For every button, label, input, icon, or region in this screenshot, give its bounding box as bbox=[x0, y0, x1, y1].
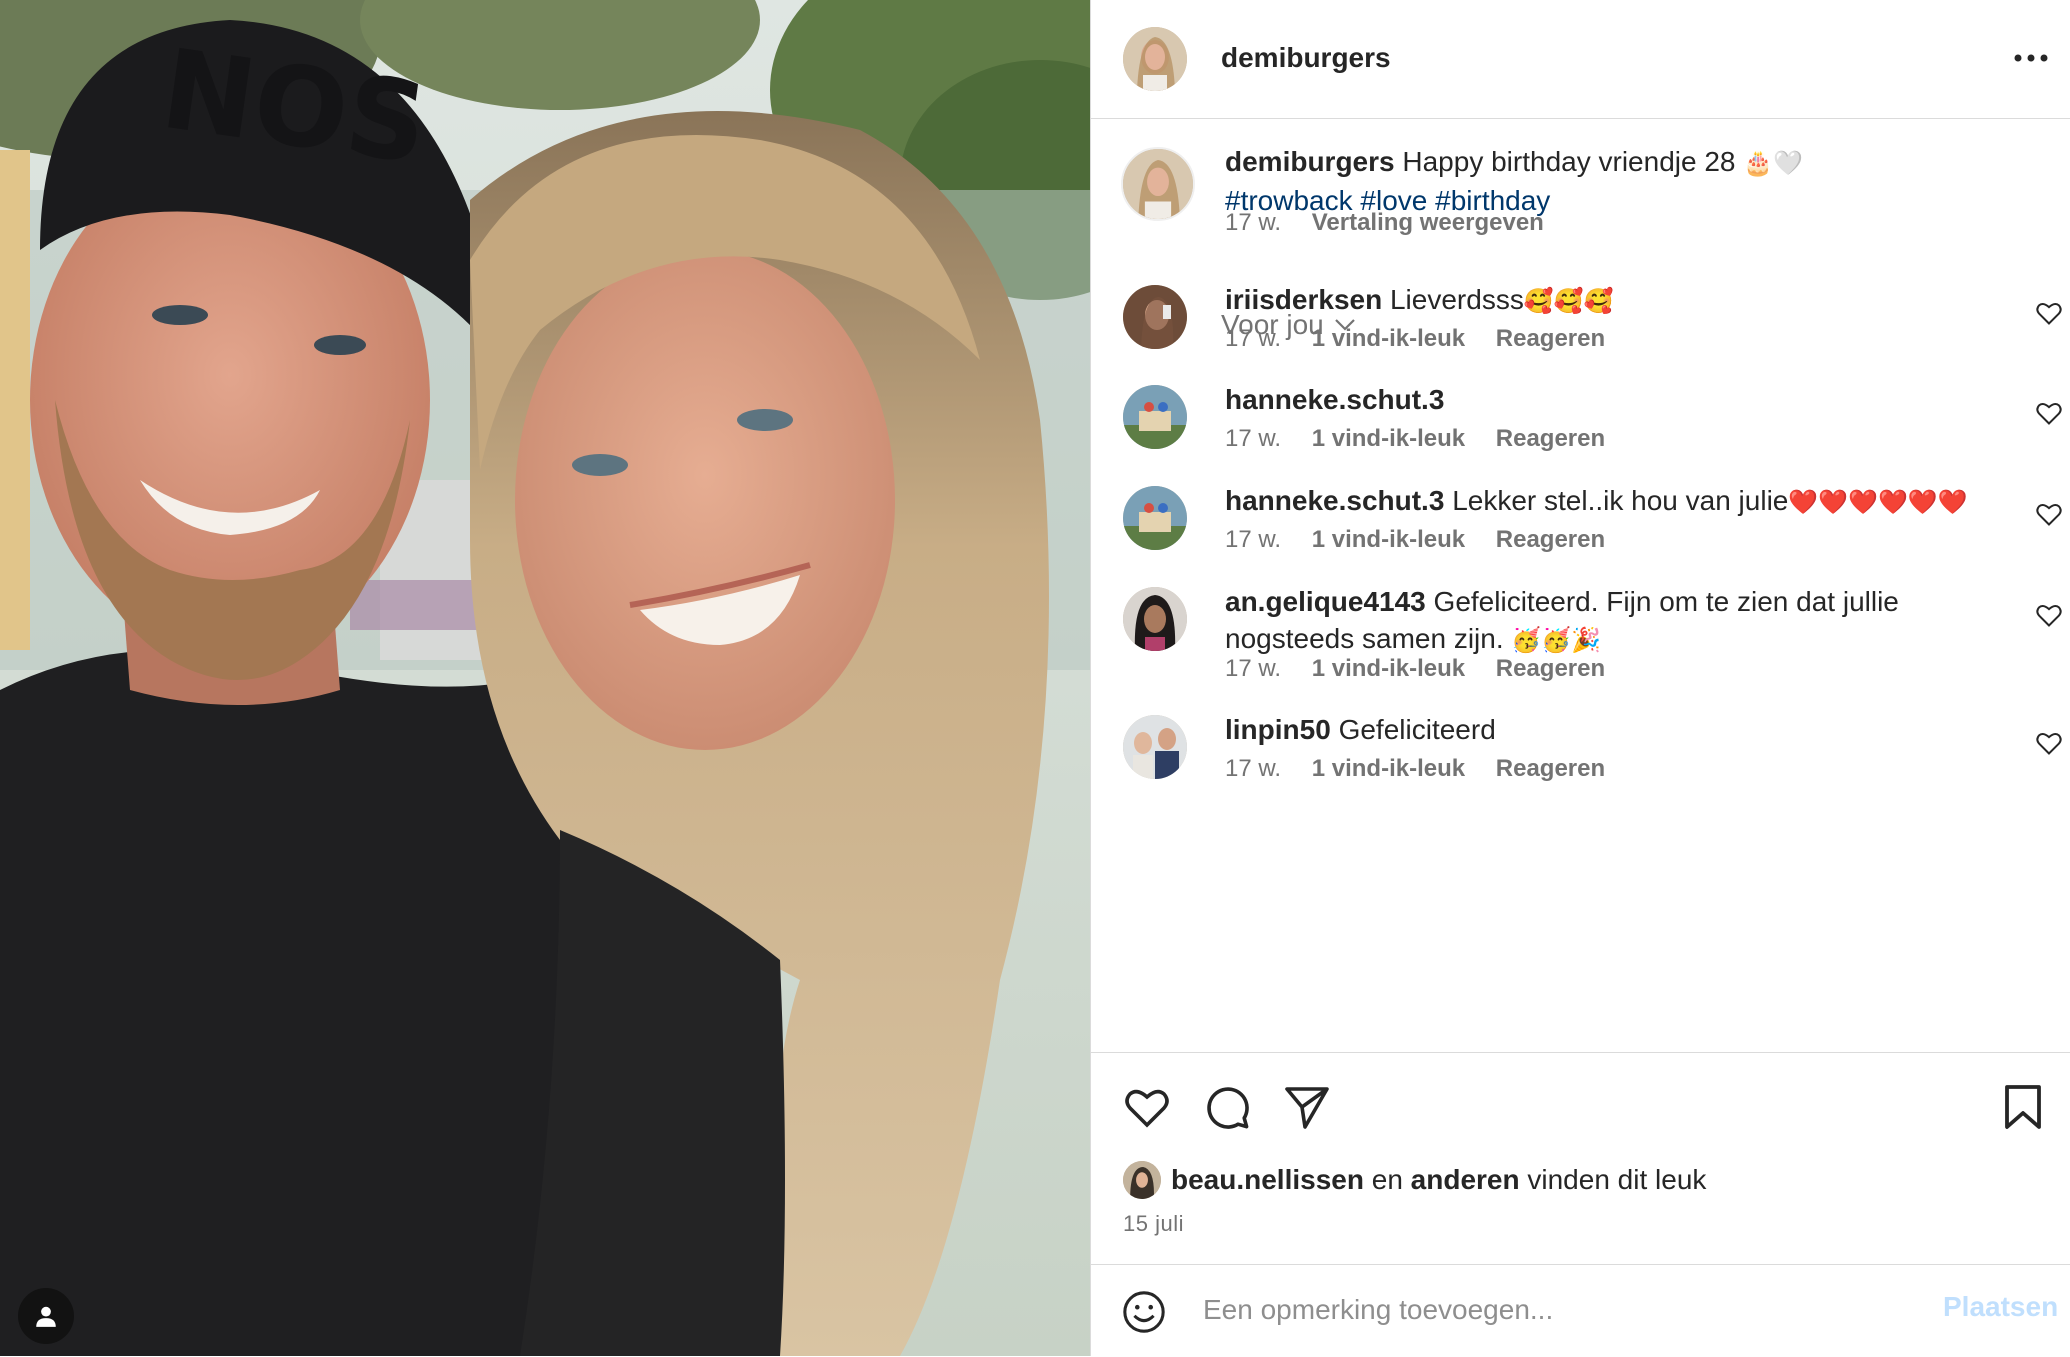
comment-icon[interactable] bbox=[1203, 1083, 1251, 1131]
bookmark-icon[interactable] bbox=[2001, 1083, 2045, 1131]
caption-author-avatar[interactable] bbox=[1121, 147, 1195, 221]
commenter-avatar[interactable] bbox=[1123, 385, 1187, 449]
reply-button[interactable]: Reageren bbox=[1496, 655, 1605, 682]
comment-text: iriisderksen Lieverdsss🥰🥰🥰 bbox=[1225, 281, 1985, 320]
comment-time[interactable]: 17 w. bbox=[1225, 655, 1281, 682]
comment-time[interactable]: 17 w. bbox=[1225, 425, 1281, 452]
comment-likes[interactable]: 1 vind-ik-leuk bbox=[1312, 325, 1465, 352]
comment-heart-icon[interactable] bbox=[2035, 729, 2063, 757]
commenter-avatar[interactable] bbox=[1123, 715, 1187, 779]
comment-text: linpin50 Gefeliciteerd bbox=[1225, 711, 1985, 748]
comment-meta: 17 w. 1 vind-ik-leuk Reageren bbox=[1225, 325, 1629, 353]
commenter-avatar[interactable] bbox=[1123, 587, 1187, 651]
post-photo[interactable]: NOS bbox=[0, 0, 1090, 1356]
comment-emoji: ❤️❤️❤️❤️❤️❤️ bbox=[1788, 488, 1968, 516]
comment-heart-icon[interactable] bbox=[2035, 399, 2063, 427]
translate-button[interactable]: Vertaling weergeven bbox=[1312, 209, 1544, 236]
commenter-username[interactable]: an.gelique4143 bbox=[1225, 586, 1426, 617]
comment-time[interactable]: 17 w. bbox=[1225, 526, 1281, 553]
commenter-avatar[interactable] bbox=[1123, 486, 1187, 550]
likes-suffix: vinden dit leuk bbox=[1519, 1164, 1707, 1195]
smiley-icon[interactable] bbox=[1121, 1289, 1167, 1335]
comment-meta: 17 w. 1 vind-ik-leuk Reageren bbox=[1225, 526, 1629, 554]
comment-input[interactable] bbox=[1201, 1285, 1865, 1335]
comment-emoji: 🥰🥰🥰 bbox=[1523, 287, 1614, 315]
comment-emoji: 🥳🥳🎉 bbox=[1511, 626, 1602, 654]
comment-text: an.gelique4143 Gefeliciteerd. Fijn om te… bbox=[1225, 583, 1985, 659]
commenter-username[interactable]: hanneke.schut.3 bbox=[1225, 384, 1444, 415]
comment-likes[interactable]: 1 vind-ik-leuk bbox=[1312, 655, 1465, 682]
comment-time[interactable]: 17 w. bbox=[1225, 755, 1281, 782]
author-avatar[interactable] bbox=[1123, 27, 1187, 91]
comment-text: hanneke.schut.3 Lekker stel..ik hou van … bbox=[1225, 482, 1985, 521]
comment-meta: 17 w. 1 vind-ik-leuk Reageren bbox=[1225, 655, 1629, 683]
comment-body: Lekker stel..ik hou van julie bbox=[1452, 485, 1789, 516]
post-header: demiburgers bbox=[1091, 0, 2070, 119]
comment-meta: 17 w. 1 vind-ik-leuk Reageren bbox=[1225, 425, 1629, 453]
comment-likes[interactable]: 1 vind-ik-leuk bbox=[1312, 425, 1465, 452]
likes-summary: beau.nellissen en anderen vinden dit leu… bbox=[1123, 1161, 1706, 1199]
photo-illustration: NOS bbox=[0, 0, 1090, 1356]
commenter-avatar[interactable] bbox=[1123, 285, 1187, 349]
comment-heart-icon[interactable] bbox=[2035, 500, 2063, 528]
likes-others-link[interactable]: anderen bbox=[1411, 1164, 1520, 1196]
comment-likes[interactable]: 1 vind-ik-leuk bbox=[1312, 755, 1465, 782]
comments-section[interactable]: demiburgers Happy birthday vriendje 28 🎂… bbox=[1091, 119, 2070, 1051]
commenter-username[interactable]: iriisderksen bbox=[1225, 284, 1382, 315]
caption-meta: 17 w. Vertaling weergeven bbox=[1225, 209, 1568, 237]
caption-body: Happy birthday vriendje 28 bbox=[1402, 146, 1744, 177]
reply-button[interactable]: Reageren bbox=[1496, 425, 1605, 452]
comment-time[interactable]: 17 w. bbox=[1225, 325, 1281, 352]
post-actions: beau.nellissen en anderen vinden dit leu… bbox=[1091, 1052, 2070, 1265]
comment-heart-icon[interactable] bbox=[2035, 601, 2063, 629]
comment-heart-icon[interactable] bbox=[2035, 299, 2063, 327]
tagged-users-button[interactable] bbox=[18, 1288, 74, 1344]
more-options-button[interactable] bbox=[2009, 40, 2053, 76]
user-icon bbox=[36, 1306, 56, 1327]
reply-button[interactable]: Reageren bbox=[1496, 325, 1605, 352]
author-username[interactable]: demiburgers bbox=[1221, 42, 1391, 74]
post-side-panel: demiburgers demiburgers Happy birthday v… bbox=[1090, 0, 2070, 1356]
comment-likes[interactable]: 1 vind-ik-leuk bbox=[1312, 526, 1465, 553]
reply-button[interactable]: Reageren bbox=[1496, 755, 1605, 782]
comment-text: hanneke.schut.3 bbox=[1225, 381, 1985, 418]
heart-icon[interactable] bbox=[1123, 1083, 1171, 1131]
caption-text: demiburgers Happy birthday vriendje 28 🎂… bbox=[1225, 143, 1985, 219]
likes-connector: en bbox=[1363, 1164, 1411, 1195]
caption-time[interactable]: 17 w. bbox=[1225, 209, 1281, 236]
send-icon[interactable] bbox=[1283, 1083, 1331, 1131]
caption-username[interactable]: demiburgers bbox=[1225, 146, 1395, 177]
comment-body: Lieverdsss bbox=[1389, 284, 1524, 315]
post-comment-button[interactable]: Plaatsen bbox=[1943, 1291, 2058, 1323]
comment-body: Gefeliciteerd bbox=[1338, 714, 1496, 745]
liker-username[interactable]: beau.nellissen bbox=[1171, 1164, 1364, 1196]
comment-meta: 17 w. 1 vind-ik-leuk Reageren bbox=[1225, 755, 1629, 783]
post-date[interactable]: 15 juli bbox=[1123, 1211, 1184, 1237]
reply-button[interactable]: Reageren bbox=[1496, 526, 1605, 553]
add-comment-bar: Plaatsen bbox=[1091, 1264, 2070, 1357]
more-horizontal-icon bbox=[2014, 54, 2048, 62]
caption-emoji: 🎂🤍 bbox=[1743, 149, 1804, 177]
commenter-username[interactable]: hanneke.schut.3 bbox=[1225, 485, 1444, 516]
liker-avatar[interactable] bbox=[1123, 1161, 1161, 1199]
commenter-username[interactable]: linpin50 bbox=[1225, 714, 1331, 745]
